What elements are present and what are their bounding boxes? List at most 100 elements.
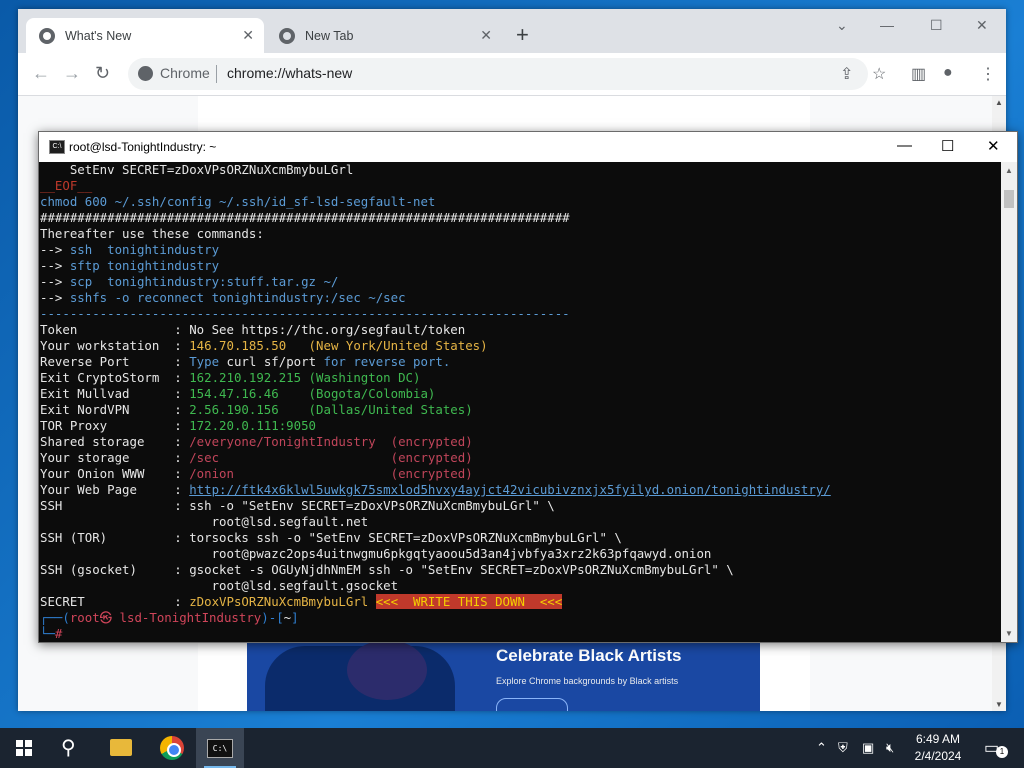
terminal-line: SECRET : zDoxVPsORZNuXcmBmybuLGrl <<< WR… — [39, 594, 1001, 610]
terminal-text: <<< WRITE THIS DOWN <<< — [375, 594, 563, 609]
chevron-down-icon[interactable]: ⌄ — [836, 17, 848, 34]
terminal-text: Exit Mullvad : — [40, 386, 190, 401]
side-panel-icon[interactable]: ▥ — [911, 64, 926, 84]
security-icon[interactable]: ⛨ — [838, 740, 848, 756]
notification-count-badge: 1 — [996, 746, 1008, 758]
terminal-line: --> ssh tonightindustry — [39, 242, 1001, 258]
scroll-up-icon[interactable]: ▲ — [1005, 166, 1013, 175]
new-tab-button[interactable]: + — [516, 24, 529, 46]
terminal-text: root㉿ lsd-TonightIndustry — [69, 610, 262, 625]
terminal-line: chmod 600 ~/.ssh/config ~/.ssh/id_sf-lsd… — [39, 194, 1001, 210]
close-icon[interactable]: ✕ — [480, 27, 492, 44]
chrome-icon-center — [167, 743, 181, 757]
terminal-text: curl sf/port — [226, 354, 317, 369]
terminal-line: Exit CryptoStorm : 162.210.192.215 (Wash… — [39, 370, 1001, 386]
terminal-line: SSH : ssh -o "SetEnv SECRET=zDoxVPsORZNu… — [39, 498, 1001, 514]
minimize-icon[interactable]: — — [880, 17, 894, 33]
terminal-line: root@lsd.segfault.gsocket — [39, 578, 1001, 594]
terminal-text: SSH (gsocket) : gsocket -s OGUyNjdhNmEM … — [40, 562, 734, 577]
search-icon: ⚲ — [61, 737, 76, 759]
terminal-line: Your workstation : 146.70.185.50 (New Yo… — [39, 338, 1001, 354]
terminal-line: --> scp tonightindustry:stuff.tar.gz ~/ — [39, 274, 1001, 290]
url-text[interactable]: chrome://whats-new — [227, 65, 352, 81]
terminal-line: ----------------------------------------… — [39, 306, 1001, 322]
forward-arrow-icon[interactable]: → — [63, 63, 81, 84]
terminal-text: root@lsd.segfault.gsocket — [40, 578, 399, 593]
terminal-line: Reverse Port : Type curl sf/port for rev… — [39, 354, 1001, 370]
celebrate-black-artists-banner[interactable]: Celebrate Black Artists Explore Chrome b… — [247, 640, 760, 711]
terminal-text: --> — [40, 242, 70, 257]
bookmark-star-icon[interactable]: ☆ — [872, 64, 886, 84]
search-button[interactable]: ⚲ — [48, 728, 96, 768]
terminal-line: Your Onion WWW : /onion (encrypted) — [39, 466, 1001, 482]
banner-subtitle: Explore Chrome backgrounds by Black arti… — [496, 676, 679, 686]
terminal-text: ┌──( — [40, 610, 70, 625]
terminal-text: 172.20.0.111:9050 — [189, 418, 317, 433]
terminal-text: SECRET : — [40, 594, 190, 609]
terminal-text: SetEnv SECRET=zDoxVPsORZNuXcmBmybuLGrl — [40, 162, 354, 177]
start-button[interactable] — [0, 728, 48, 768]
terminal-icon: C:\ — [49, 140, 65, 154]
terminal-text: --> — [40, 290, 70, 305]
terminal-line: root@pwazc2ops4uitnwgmu6pkgqtyaoou5d3an4… — [39, 546, 1001, 562]
scroll-down-icon[interactable]: ▼ — [1005, 629, 1013, 638]
terminal-text: ssh tonightindustry — [69, 242, 220, 257]
chevron-up-icon[interactable]: ⌃ — [816, 740, 827, 756]
terminal-line: Token : No See https://thc.org/segfault/… — [39, 322, 1001, 338]
terminal-text: └─ — [40, 626, 55, 641]
terminal-text: TOR Proxy : — [40, 418, 190, 433]
tab-whats-new[interactable]: What's New ✕ — [26, 18, 264, 53]
terminal-line: SetEnv SECRET=zDoxVPsORZNuXcmBmybuLGrl — [39, 162, 1001, 178]
back-arrow-icon[interactable]: ← — [32, 63, 50, 84]
close-icon[interactable]: ✕ — [976, 17, 988, 34]
minimize-icon[interactable]: — — [897, 137, 912, 154]
banner-button[interactable] — [496, 698, 568, 711]
terminal-line: root@lsd.segfault.net — [39, 514, 1001, 530]
origin-chip: Chrome — [160, 65, 210, 81]
tab-new-tab[interactable]: New Tab ✕ — [266, 18, 502, 53]
terminal-taskbar-button[interactable]: C:\ — [196, 728, 244, 768]
windows-logo-icon — [16, 740, 32, 756]
terminal-text: scp tonightindustry:stuff.tar.gz ~/ — [69, 274, 339, 289]
file-explorer-button[interactable] — [98, 728, 146, 768]
terminal-line: Your storage : /sec (encrypted) — [39, 450, 1001, 466]
chrome-icon — [279, 27, 295, 44]
terminal-text: 162.210.192.215 (Washington DC) — [189, 370, 421, 385]
terminal-text: root@pwazc2ops4uitnwgmu6pkgqtyaoou5d3an4… — [40, 546, 712, 561]
terminal-line: ┌──(root㉿ lsd-TonightIndustry)-[~] — [39, 610, 1001, 626]
terminal-text: Thereafter use these commands: — [40, 226, 264, 241]
scroll-up-icon[interactable]: ▲ — [995, 98, 1003, 107]
scroll-down-icon[interactable]: ▼ — [995, 700, 1003, 709]
maximize-icon[interactable]: ☐ — [941, 137, 954, 155]
folder-icon — [110, 739, 132, 756]
more-menu-icon[interactable]: ⋮ — [980, 64, 996, 84]
taskbar: ⚲ C:\ ⌃ ⛨ ▣ 🔇︎ 6:49 AM 2/4/2024 ▭ 1 — [0, 728, 1024, 768]
terminal-text: 154.47.16.46 (Bogota/Colombia) — [189, 386, 436, 401]
scrollbar-thumb[interactable] — [1004, 190, 1014, 208]
share-icon[interactable]: ⇪ — [840, 64, 853, 84]
terminal-text: http://ftk4x6klwl5uwkgk75smxlod5hvxy4ayj… — [189, 482, 831, 497]
address-bar[interactable]: Chrome chrome://whats-new — [128, 58, 868, 90]
clock-date[interactable]: 2/4/2024 — [906, 749, 970, 763]
terminal-scrollbar[interactable]: ▲ ▼ — [1001, 162, 1017, 642]
terminal-text: Exit NordVPN : — [40, 402, 190, 417]
artwork-portrait — [347, 640, 427, 700]
terminal-output[interactable]: SetEnv SECRET=zDoxVPsORZNuXcmBmybuLGrl __… — [39, 162, 1001, 642]
close-icon[interactable]: ✕ — [242, 27, 254, 44]
chrome-taskbar-button[interactable] — [148, 728, 196, 768]
terminal-title-bar[interactable]: C:\ root@lsd-TonightIndustry: ~ — ☐ ✕ — [39, 132, 1017, 162]
maximize-icon[interactable]: ☐ — [930, 17, 943, 34]
terminal-line: ########################################… — [39, 210, 1001, 226]
terminal-text: --> — [40, 258, 70, 273]
reload-icon[interactable]: ↻ — [95, 63, 110, 84]
network-icon[interactable]: ▣ — [862, 740, 874, 756]
profile-avatar-icon[interactable]: ● — [943, 64, 953, 82]
volume-muted-icon[interactable]: 🔇︎ — [886, 740, 894, 756]
clock-time[interactable]: 6:49 AM — [906, 732, 970, 746]
terminal-line: __EOF__ — [39, 178, 1001, 194]
terminal-text: Your Web Page : — [40, 482, 190, 497]
close-icon[interactable]: ✕ — [987, 137, 1000, 155]
terminal-text: /onion (encrypted) — [189, 466, 473, 481]
terminal-text: zDoxVPsORZNuXcmBmybuLGrl — [189, 594, 369, 609]
